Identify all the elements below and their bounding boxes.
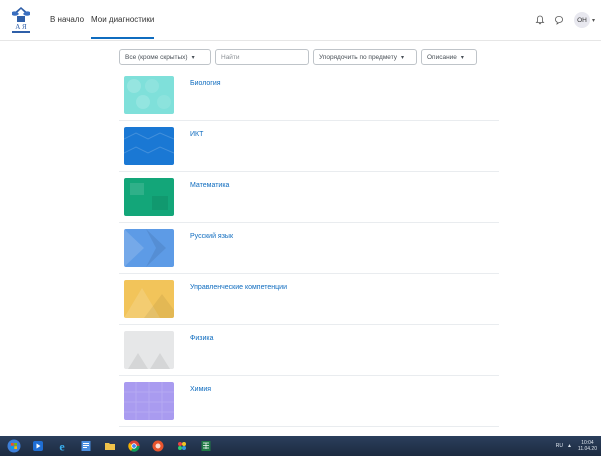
os-taskbar: e RU ▲ 10:04 11.04.20 <box>0 436 601 456</box>
course-name-link[interactable]: ИКТ <box>190 131 203 138</box>
course-row-biology[interactable]: Биология <box>119 70 499 121</box>
course-row-chemistry[interactable]: Химия <box>119 376 499 427</box>
course-row-management[interactable]: Управленческие компетенции <box>119 274 499 325</box>
sort-dropdown-label: Упорядочить по предмету <box>319 53 397 61</box>
system-clock[interactable]: 10:04 11.04.20 <box>578 440 597 452</box>
course-row-math[interactable]: Математика <box>119 172 499 223</box>
view-dropdown-label: Описание <box>427 53 457 61</box>
course-thumbnail-management[interactable] <box>124 280 174 318</box>
chat-bubble-icon[interactable] <box>552 13 566 27</box>
internet-explorer-icon[interactable]: e <box>52 438 72 454</box>
top-navbar: А Я В начало Мои диагностики ОН ▾ <box>0 0 601 41</box>
bell-icon[interactable] <box>533 13 547 27</box>
grouping-dropdown-label: Все (кроме скрытых) <box>125 53 188 61</box>
view-dropdown[interactable]: Описание ▾ <box>421 49 477 65</box>
nav-home-link[interactable]: В начало <box>50 0 84 39</box>
course-filter-bar: Все (кроме скрытых) ▾ Найти Упорядочить … <box>119 49 477 65</box>
svg-text:А Я: А Я <box>15 23 27 31</box>
file-explorer-icon[interactable] <box>100 438 120 454</box>
chevron-down-icon: ▾ <box>191 54 195 61</box>
grouping-dropdown[interactable]: Все (кроме скрытых) ▾ <box>119 49 211 65</box>
language-indicator[interactable]: RU <box>556 443 563 449</box>
course-name-link[interactable]: Химия <box>190 386 211 393</box>
course-name-link[interactable]: Физика <box>190 335 213 342</box>
course-row-ict[interactable]: ИКТ <box>119 121 499 172</box>
course-name-link[interactable]: Управленческие компетенции <box>190 284 287 291</box>
course-row-russian[interactable]: Русский язык <box>119 223 499 274</box>
academy-logo[interactable]: А Я <box>8 4 34 36</box>
yandex-browser-icon[interactable] <box>148 438 168 454</box>
start-button-icon[interactable] <box>4 438 24 454</box>
svg-text:e: e <box>59 440 65 452</box>
course-list: Биология ИКТ Математика Русский язык Упр… <box>119 70 499 427</box>
navbar-user-area: ОН ▾ <box>528 0 595 40</box>
tray-chevron-up-icon[interactable]: ▲ <box>567 443 572 449</box>
nav-my-diagnostics-link[interactable]: Мои диагностики <box>91 0 155 39</box>
course-name-link[interactable]: Математика <box>190 182 229 189</box>
search-placeholder: Найти <box>221 53 240 61</box>
chrome-icon[interactable] <box>124 438 144 454</box>
course-thumbnail-math[interactable] <box>124 178 174 216</box>
chevron-down-icon: ▾ <box>401 54 405 61</box>
search-input[interactable]: Найти <box>215 49 309 65</box>
chevron-down-icon: ▾ <box>460 54 464 61</box>
course-thumbnail-ict[interactable] <box>124 127 174 165</box>
user-avatar[interactable]: ОН <box>573 12 590 28</box>
course-name-link[interactable]: Русский язык <box>190 233 233 240</box>
user-menu-chevron-down-icon[interactable]: ▾ <box>592 17 595 24</box>
clock-date: 11.04.20 <box>577 446 597 452</box>
paint-app-icon[interactable] <box>172 438 192 454</box>
course-name-link[interactable]: Биология <box>190 80 221 87</box>
media-player-icon[interactable] <box>28 438 48 454</box>
course-thumbnail-physics[interactable] <box>124 331 174 369</box>
course-row-physics[interactable]: Физика <box>119 325 499 376</box>
sort-dropdown[interactable]: Упорядочить по предмету ▾ <box>313 49 417 65</box>
course-thumbnail-russian[interactable] <box>124 229 174 267</box>
spreadsheet-app-icon[interactable] <box>196 438 216 454</box>
course-thumbnail-chemistry[interactable] <box>124 382 174 420</box>
system-tray: RU ▲ 10:04 11.04.20 <box>556 438 597 454</box>
course-thumbnail-biology[interactable] <box>124 76 174 114</box>
document-app-icon[interactable] <box>76 438 96 454</box>
